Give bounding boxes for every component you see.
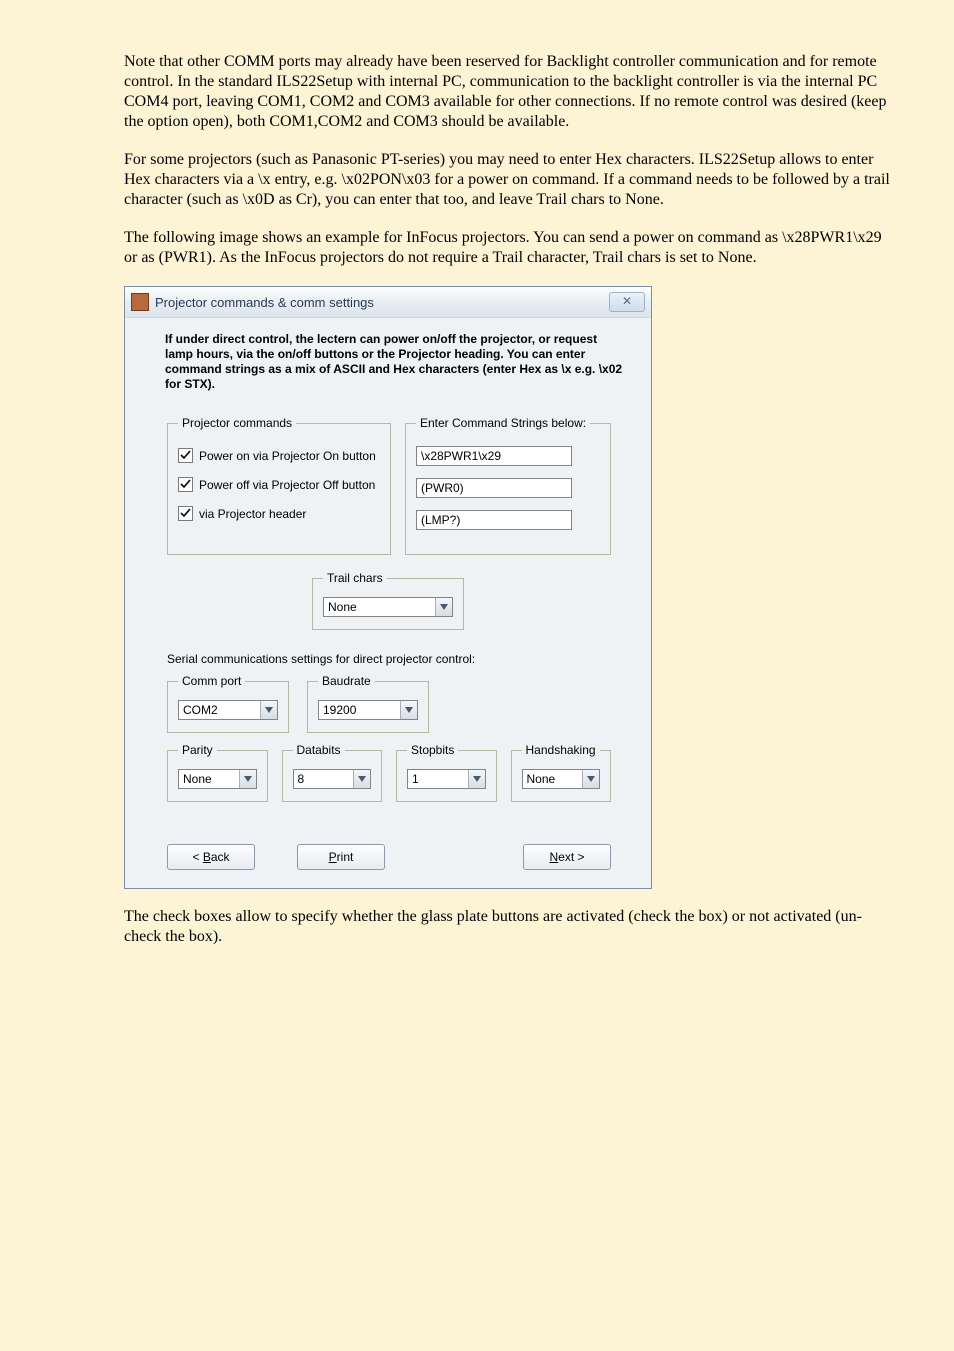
stopbits-group: Stopbits 1 [396, 743, 497, 802]
window-title: Projector commands & comm settings [155, 295, 374, 310]
paragraph-4: The check boxes allow to specify whether… [124, 907, 890, 947]
close-button[interactable]: ✕ [609, 292, 645, 312]
databits-value: 8 [294, 772, 354, 786]
handshaking-legend: Handshaking [522, 743, 600, 757]
chevron-down-icon [582, 770, 599, 788]
trail-chars-legend: Trail chars [323, 571, 387, 585]
checkbox-power-off[interactable]: Power off via Projector Off button [178, 477, 380, 492]
print-button-label: Print [329, 850, 354, 864]
lamp-hours-input[interactable] [416, 510, 572, 530]
chevron-down-icon [239, 770, 256, 788]
baudrate-value: 19200 [319, 703, 400, 717]
trail-chars-value: None [324, 600, 435, 614]
checkbox-power-off-label: Power off via Projector Off button [199, 478, 375, 492]
chevron-down-icon [468, 770, 485, 788]
power-on-input[interactable] [416, 446, 572, 466]
dialog-window: Projector commands & comm settings ✕ If … [124, 286, 652, 889]
serial-section-label: Serial communications settings for direc… [167, 652, 633, 666]
next-button[interactable]: Next > [523, 844, 611, 870]
chevron-down-icon [400, 701, 417, 719]
enter-commands-group: Enter Command Strings below: [405, 416, 611, 555]
back-button-label: < Back [192, 850, 229, 864]
parity-legend: Parity [178, 743, 217, 757]
projector-commands-legend: Projector commands [178, 416, 296, 430]
databits-legend: Databits [293, 743, 345, 757]
close-icon: ✕ [622, 294, 632, 308]
checkbox-icon [178, 506, 193, 521]
chevron-down-icon [353, 770, 370, 788]
stopbits-legend: Stopbits [407, 743, 458, 757]
enter-commands-legend: Enter Command Strings below: [416, 416, 590, 430]
power-off-input[interactable] [416, 478, 572, 498]
chevron-down-icon [435, 598, 452, 616]
app-icon [131, 293, 149, 311]
handshaking-select[interactable]: None [522, 769, 601, 789]
parity-select[interactable]: None [178, 769, 257, 789]
back-button[interactable]: < Back [167, 844, 255, 870]
chevron-down-icon [260, 701, 277, 719]
projector-commands-group: Projector commands Power on via Projecto… [167, 416, 391, 555]
next-button-label: Next > [549, 850, 584, 864]
parity-value: None [179, 772, 239, 786]
paragraph-1: Note that other COMM ports may already h… [124, 52, 890, 132]
checkbox-icon [178, 477, 193, 492]
comm-port-group: Comm port COM2 [167, 674, 289, 733]
checkbox-power-on[interactable]: Power on via Projector On button [178, 448, 380, 463]
baudrate-legend: Baudrate [318, 674, 375, 688]
handshaking-value: None [523, 772, 583, 786]
checkbox-via-header[interactable]: via Projector header [178, 506, 380, 521]
trail-chars-select[interactable]: None [323, 597, 453, 617]
checkbox-icon [178, 448, 193, 463]
databits-group: Databits 8 [282, 743, 383, 802]
stopbits-select[interactable]: 1 [407, 769, 486, 789]
parity-group: Parity None [167, 743, 268, 802]
titlebar: Projector commands & comm settings ✕ [125, 287, 651, 318]
comm-port-select[interactable]: COM2 [178, 700, 278, 720]
checkbox-via-header-label: via Projector header [199, 507, 306, 521]
checkbox-power-on-label: Power on via Projector On button [199, 449, 376, 463]
stopbits-value: 1 [408, 772, 468, 786]
trail-chars-group: Trail chars None [312, 571, 464, 630]
baudrate-select[interactable]: 19200 [318, 700, 418, 720]
comm-port-legend: Comm port [178, 674, 245, 688]
paragraph-2: For some projectors (such as Panasonic P… [124, 150, 890, 210]
paragraph-3: The following image shows an example for… [124, 228, 890, 268]
handshaking-group: Handshaking None [511, 743, 612, 802]
intro-text: If under direct control, the lectern can… [143, 332, 633, 392]
comm-port-value: COM2 [179, 703, 260, 717]
print-button[interactable]: Print [297, 844, 385, 870]
baudrate-group: Baudrate 19200 [307, 674, 429, 733]
databits-select[interactable]: 8 [293, 769, 372, 789]
